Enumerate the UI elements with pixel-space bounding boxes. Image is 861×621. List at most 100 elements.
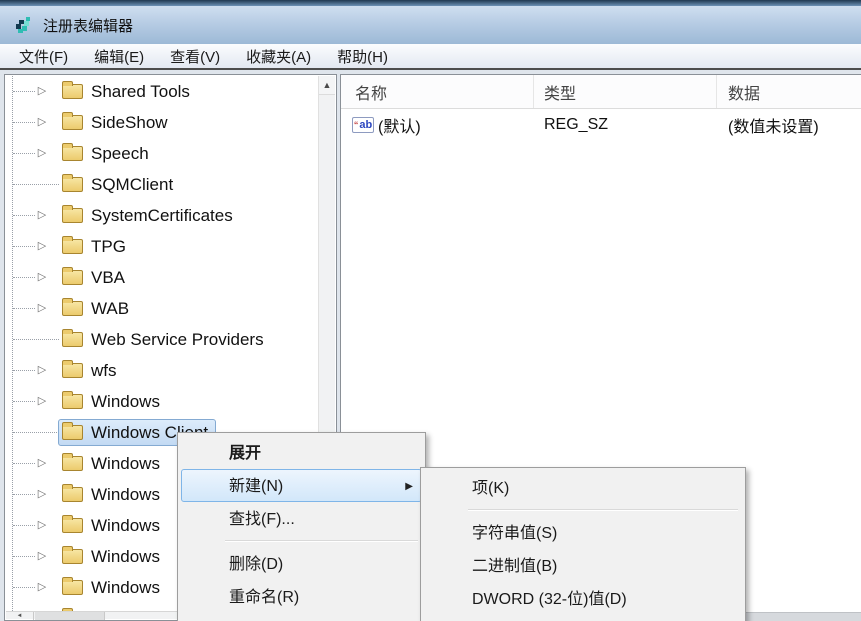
- folder-icon: [62, 239, 83, 254]
- expand-arrow-icon[interactable]: ▷: [33, 262, 51, 293]
- menu-item-label: 二进制值(B): [472, 558, 557, 575]
- folder-icon: [62, 456, 83, 471]
- menu-item-label: DWORD (32-位)值(D): [472, 591, 627, 608]
- tree-item[interactable]: ▷ Windows: [5, 386, 318, 417]
- expand-arrow-icon[interactable]: ▷: [33, 479, 51, 510]
- column-header-type[interactable]: 类型: [534, 75, 717, 108]
- scroll-up-button[interactable]: ▲: [319, 76, 335, 95]
- scroll-left-button[interactable]: ◄: [6, 612, 34, 620]
- expand-arrow-icon[interactable]: ▷: [33, 572, 51, 603]
- tree-item[interactable]: ▷ VBA: [5, 262, 318, 293]
- menubar-item-view[interactable]: 查看(V): [157, 43, 233, 70]
- menu-item[interactable]: DWORD (32-位)值(D): [424, 582, 742, 615]
- menu-item[interactable]: 展开: [181, 436, 422, 469]
- tree-item-label: WAB: [91, 299, 129, 319]
- folder-icon: [62, 425, 83, 440]
- tree-item[interactable]: ▷ Web Service Providers: [5, 324, 318, 355]
- context-menu: 展开 新建(N) ▶ 查找(F)... 删除(D) 重命名(R): [177, 432, 426, 621]
- window-title: 注册表编辑器: [43, 15, 133, 36]
- menu-item[interactable]: 查找(F)...: [181, 502, 422, 535]
- scroll-up-icon: ▲: [323, 80, 332, 90]
- tree-item[interactable]: ▷ WAB: [5, 293, 318, 324]
- column-header-data[interactable]: 数据: [717, 75, 861, 108]
- tree-item-box: Windows: [58, 450, 168, 477]
- scroll-thumb[interactable]: [35, 612, 105, 620]
- menu-item[interactable]: 重命名(R): [181, 580, 422, 613]
- tree-item-box: Web Service Providers: [58, 326, 272, 353]
- tree-item-box: Speech: [58, 140, 157, 167]
- folder-icon: [62, 208, 83, 223]
- menu-item-label: 新建(N): [229, 478, 283, 495]
- menu-item-label: 重命名(R): [229, 589, 299, 606]
- expand-arrow-icon[interactable]: ▷: [33, 386, 51, 417]
- tree-item-box: SideShow: [58, 109, 176, 136]
- menubar-item-help[interactable]: 帮助(H): [324, 43, 401, 70]
- menu-item[interactable]: 删除(D): [181, 547, 422, 580]
- tree-item-label: SystemCertificates: [91, 206, 233, 226]
- submenu-arrow-icon: ▶: [405, 470, 413, 503]
- tree-item-label: Shared Tools: [91, 82, 190, 102]
- tree-item-label: Windows: [91, 578, 160, 598]
- expand-arrow-icon[interactable]: ▷: [33, 200, 51, 231]
- tree-item-label: Speech: [91, 144, 149, 164]
- menu-item[interactable]: 新建(N) ▶: [181, 469, 422, 502]
- tree-item-label: wfs: [91, 361, 117, 381]
- menubar-item-favorites[interactable]: 收藏夹(A): [233, 43, 324, 70]
- tree-item-box: TPG: [58, 233, 134, 260]
- menubar-item-edit[interactable]: 编辑(E): [81, 43, 157, 70]
- tree-item-label: Windows: [91, 454, 160, 474]
- tree-item[interactable]: ▷ Speech: [5, 138, 318, 169]
- tree-item[interactable]: ▷ SQMClient: [5, 169, 318, 200]
- expand-arrow-icon[interactable]: ▷: [33, 510, 51, 541]
- tree-item-label: Windows: [91, 547, 160, 567]
- tree-item-label: Windows: [91, 392, 160, 412]
- tree-item-box: Shared Tools: [58, 78, 198, 105]
- tree-item-box: Windows: [58, 388, 168, 415]
- menu-item-label: 项(K): [472, 480, 509, 497]
- tree-item-label: SideShow: [91, 113, 168, 133]
- expand-arrow-icon[interactable]: ▷: [33, 541, 51, 572]
- tree-item[interactable]: ▷ TPG: [5, 231, 318, 262]
- menu-item-label: 查找(F)...: [229, 511, 295, 528]
- folder-icon: [62, 177, 83, 192]
- tree-item-box: VBA: [58, 264, 133, 291]
- new-submenu: 项(K) 字符串值(S) 二进制值(B) DWORD (32-位)值(D): [420, 467, 746, 621]
- value-list: ab (默认) REG_SZ (数值未设置): [341, 109, 861, 140]
- expand-arrow-icon[interactable]: ▷: [33, 603, 51, 611]
- expand-arrow-icon[interactable]: ▷: [33, 76, 51, 107]
- tree-item-label: VBA: [91, 268, 125, 288]
- expand-arrow-icon[interactable]: ▷: [33, 448, 51, 479]
- tree-item-label: Windows: [91, 485, 160, 505]
- menu-item[interactable]: 二进制值(B): [424, 549, 742, 582]
- scroll-left-icon: ◄: [17, 613, 23, 619]
- expand-arrow-icon[interactable]: ▷: [33, 107, 51, 138]
- value-row[interactable]: ab (默认) REG_SZ (数值未设置): [341, 109, 861, 140]
- menu-item[interactable]: 项(K): [424, 471, 742, 504]
- column-header-name[interactable]: 名称: [341, 75, 534, 108]
- expand-arrow-icon[interactable]: ▷: [33, 231, 51, 262]
- tree-item[interactable]: ▷ SideShow: [5, 107, 318, 138]
- tree-item[interactable]: ▷ wfs: [5, 355, 318, 386]
- menu-item[interactable]: 字符串值(S): [424, 516, 742, 549]
- tree-item[interactable]: ▷ Shared Tools: [5, 76, 318, 107]
- menu-separator: [181, 535, 422, 547]
- folder-icon: [62, 270, 83, 285]
- regedit-app-icon: [13, 14, 35, 36]
- tree-item-label: TPG: [91, 237, 126, 257]
- folder-icon: [62, 301, 83, 316]
- tree-item-label: Web Service Providers: [91, 330, 264, 350]
- string-value-icon: ab: [352, 117, 374, 133]
- folder-icon: [62, 549, 83, 564]
- title-bar[interactable]: 注册表编辑器: [0, 6, 861, 44]
- tree-item[interactable]: ▷ SystemCertificates: [5, 200, 318, 231]
- expand-arrow-icon[interactable]: ▷: [33, 293, 51, 324]
- folder-icon: [62, 487, 83, 502]
- tree-item-label: SQMClient: [91, 175, 173, 195]
- menubar-item-file[interactable]: 文件(F): [6, 43, 81, 70]
- folder-icon: [62, 84, 83, 99]
- expand-arrow-icon[interactable]: ▷: [33, 138, 51, 169]
- expand-arrow-icon[interactable]: ▷: [33, 355, 51, 386]
- tree-item-box: SQMClient: [58, 171, 181, 198]
- tree-item-box: SystemCertificates: [58, 202, 241, 229]
- folder-icon: [62, 115, 83, 130]
